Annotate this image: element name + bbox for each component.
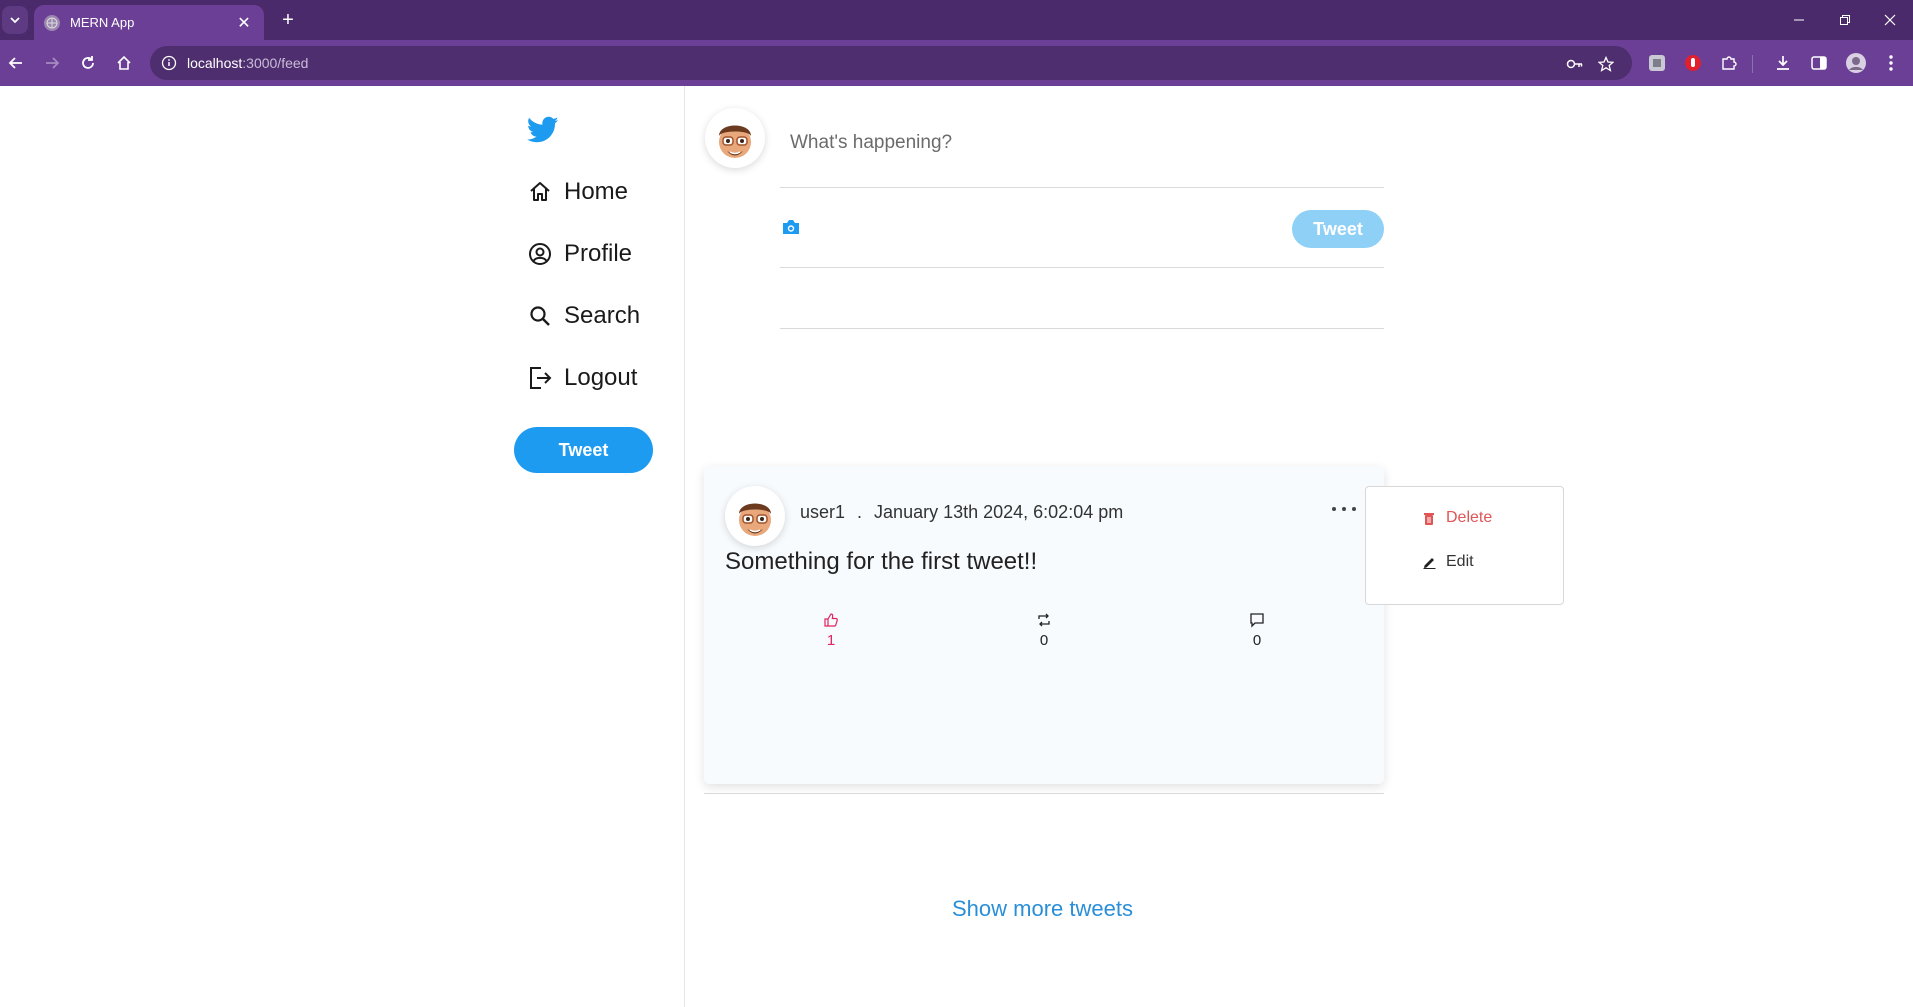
tweet-avatar[interactable]: [725, 486, 785, 546]
sidebar-item-logout[interactable]: Logout: [526, 358, 637, 398]
reload-button[interactable]: [74, 49, 102, 77]
more-options-icon[interactable]: [1332, 504, 1356, 514]
url-path: :3000/feed: [242, 55, 309, 71]
compose-input[interactable]: [790, 128, 1380, 158]
feed-top-divider: [780, 328, 1384, 329]
search-icon: [526, 302, 554, 330]
reload-icon: [82, 56, 94, 69]
compose-tweet-button[interactable]: Tweet: [1292, 210, 1384, 248]
logout-icon: [526, 364, 554, 392]
toolbar-separator: [1752, 55, 1753, 73]
new-tab-button[interactable]: +: [276, 8, 300, 32]
browser-tab-bar: MERN App ✕ +: [0, 0, 1913, 40]
memoji-avatar-icon: [719, 125, 751, 158]
sidebar-item-search[interactable]: Search: [526, 296, 640, 336]
memoji-avatar-icon: [739, 503, 771, 536]
home-icon: [117, 55, 131, 70]
tweet-meta: user1 . January 13th 2024, 6:02:04 pm: [800, 502, 1123, 523]
tweet-timestamp: January 13th 2024, 6:02:04 pm: [874, 502, 1124, 522]
retweet-count: 0: [1039, 632, 1049, 649]
sidebar-item-label: Search: [564, 302, 641, 329]
browser-menu-icon[interactable]: [1880, 52, 1902, 74]
minimize-button[interactable]: [1776, 0, 1822, 40]
compose-bottom-divider: [780, 267, 1384, 268]
twitter-logo-icon[interactable]: [526, 116, 559, 144]
sidebar-item-home[interactable]: Home: [526, 172, 628, 212]
arrow-right-icon: [46, 57, 60, 69]
sidebar-divider: [684, 86, 685, 1007]
url-text: localhost:3000/feed: [187, 55, 308, 71]
delete-menu-item[interactable]: Delete: [1422, 509, 1492, 527]
thumbs-up-icon: [824, 613, 838, 627]
app-page: Home Profile Search Logout Tweet What's …: [0, 86, 1913, 1007]
address-bar[interactable]: localhost:3000/feed: [150, 46, 1632, 80]
compose-avatar: [705, 108, 765, 168]
edit-menu-item[interactable]: Edit: [1422, 553, 1474, 571]
chevron-down-icon: [10, 17, 20, 24]
close-icon: [1884, 14, 1896, 26]
tweet-options-menu: Delete Edit: [1365, 486, 1564, 605]
edit-label: Edit: [1446, 553, 1474, 570]
comment-button[interactable]: 0: [1237, 612, 1277, 649]
url-host: localhost: [187, 55, 243, 71]
tab-search-button[interactable]: [2, 6, 28, 34]
like-button[interactable]: 1: [811, 612, 851, 649]
sidebar-item-label: Logout: [564, 364, 638, 391]
user-circle-icon: [526, 240, 554, 268]
sidebar-tweet-button[interactable]: Tweet: [514, 427, 653, 473]
download-icon[interactable]: [1772, 52, 1794, 74]
back-button[interactable]: [2, 49, 30, 77]
site-info-icon[interactable]: [160, 54, 178, 72]
tweet-card: user1 . January 13th 2024, 6:02:04 pm So…: [704, 466, 1384, 784]
camera-icon[interactable]: [781, 218, 801, 236]
close-tab-icon[interactable]: ✕: [234, 13, 254, 33]
restore-button[interactable]: [1822, 0, 1868, 40]
profile-avatar-icon[interactable]: [1845, 52, 1867, 74]
compose-divider: [780, 187, 1384, 188]
side-panel-icon[interactable]: [1808, 52, 1830, 74]
home-browser-button[interactable]: [110, 49, 138, 77]
feed-bottom-divider: [704, 793, 1384, 794]
arrow-left-icon: [8, 57, 22, 69]
pencil-icon: [1422, 555, 1436, 569]
tweet-text: Something for the first tweet!!: [725, 548, 1038, 575]
show-more-tweets-link[interactable]: Show more tweets: [952, 896, 1133, 922]
globe-icon: [44, 14, 60, 31]
comment-icon: [1250, 613, 1264, 628]
browser-tab[interactable]: MERN App ✕: [34, 5, 264, 40]
extension-2-icon[interactable]: [1682, 52, 1704, 74]
forward-button[interactable]: [38, 49, 66, 77]
bookmark-star-icon[interactable]: [1596, 54, 1616, 74]
extensions-puzzle-icon[interactable]: [1718, 52, 1740, 74]
sidebar-item-label: Profile: [564, 240, 633, 267]
tweet-username[interactable]: user1: [800, 502, 845, 523]
trash-icon: [1422, 511, 1436, 525]
comment-count: 0: [1252, 632, 1262, 649]
like-count: 1: [826, 632, 836, 649]
home-icon: [526, 178, 554, 206]
restore-icon: [1840, 15, 1850, 25]
password-key-icon[interactable]: [1565, 54, 1585, 74]
delete-label: Delete: [1446, 509, 1493, 526]
sidebar-item-profile[interactable]: Profile: [526, 234, 632, 274]
minimize-icon: [1794, 19, 1804, 21]
close-window-button[interactable]: [1867, 0, 1913, 40]
sidebar-item-label: Home: [564, 178, 629, 205]
retweet-icon: [1038, 613, 1050, 627]
extension-1-icon[interactable]: [1646, 52, 1668, 74]
meta-separator: .: [857, 502, 863, 522]
browser-toolbar: localhost:3000/feed: [0, 40, 1913, 86]
tab-title: MERN App: [70, 15, 135, 30]
retweet-button[interactable]: 0: [1024, 612, 1064, 649]
